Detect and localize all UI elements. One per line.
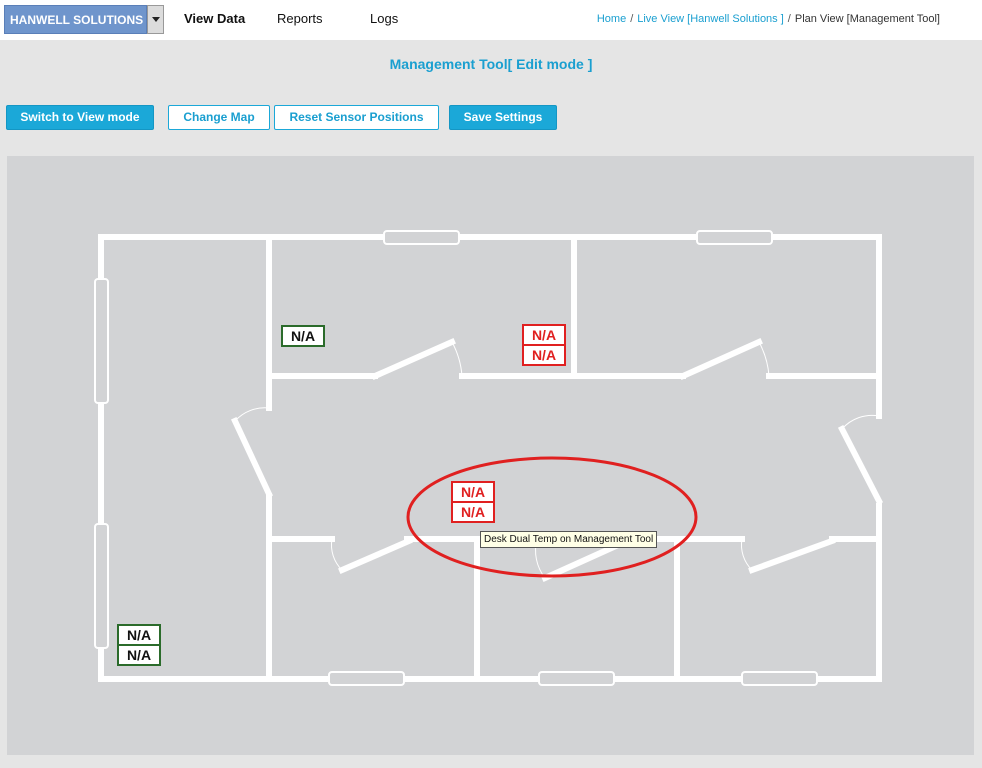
save-settings-button[interactable]: Save Settings <box>449 105 557 130</box>
breadcrumb-home[interactable]: Home <box>597 13 626 25</box>
sensor-tooltip: Desk Dual Temp on Management Tool <box>480 531 658 548</box>
breadcrumb-current: Plan View [Management Tool] <box>794 13 940 25</box>
change-map-button[interactable]: Change Map <box>168 105 270 130</box>
sensor-value: N/A <box>119 644 159 664</box>
sensor-value: N/A <box>531 327 557 343</box>
nav-logs[interactable]: Logs <box>370 11 398 26</box>
breadcrumb-separator: / <box>630 13 634 25</box>
sensor-value: N/A <box>126 627 152 643</box>
nav-reports[interactable]: Reports <box>277 11 323 26</box>
sensor-tag[interactable]: N/A N/A <box>117 624 161 666</box>
brand-dropdown-button[interactable] <box>147 5 164 34</box>
switch-view-mode-button[interactable]: Switch to View mode <box>6 105 154 130</box>
brand-selector[interactable]: HANWELL SOLUTIONS <box>4 5 147 34</box>
breadcrumb: Home / Live View [Hanwell Solutions ] / Plan… <box>597 13 940 25</box>
page-title: Management Tool[ Edit mode ] <box>389 56 593 72</box>
sensor-tag[interactable]: N/A N/A <box>522 324 566 366</box>
top-bar: HANWELL SOLUTIONS View Data Reports Logs… <box>0 0 982 40</box>
sensor-value: N/A <box>290 328 316 344</box>
chevron-down-icon <box>151 17 160 22</box>
sensor-tag-desk-dual-temp[interactable]: N/A N/A <box>451 481 495 523</box>
sensor-value: N/A <box>524 344 564 364</box>
breadcrumb-separator: / <box>787 13 791 25</box>
sensor-value: N/A <box>460 484 486 500</box>
sensor-value: N/A <box>453 501 493 521</box>
reset-sensor-positions-button[interactable]: Reset Sensor Positions <box>274 105 439 130</box>
sensor-tag[interactable]: N/A <box>281 325 325 347</box>
breadcrumb-live-view[interactable]: Live View [Hanwell Solutions ] <box>637 13 784 25</box>
nav-view-data[interactable]: View Data <box>184 11 245 26</box>
